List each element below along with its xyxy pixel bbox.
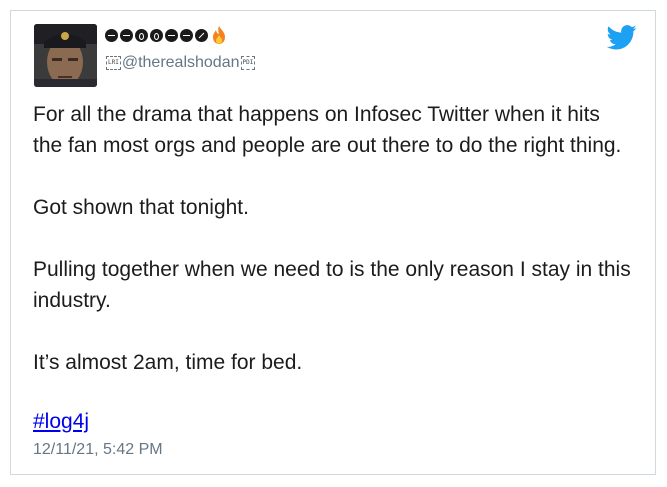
tweet-paragraph: Pulling together when we need to is the …: [33, 258, 631, 312]
control-char-lri: LRI: [106, 56, 121, 70]
fire-emoji-icon: [213, 26, 225, 44]
tweet-paragraph: For all the drama that happens on Infose…: [33, 103, 622, 157]
symbol-glyph-icon: [195, 28, 208, 42]
user-handle[interactable]: @therealshodan: [122, 54, 240, 72]
symbol-glyph-icon: [180, 28, 193, 42]
symbol-glyph-icon: [105, 28, 118, 42]
symbol-glyph-icon: [135, 28, 148, 42]
twitter-bird-icon[interactable]: [607, 25, 637, 50]
symbol-glyph-icon: [165, 28, 178, 42]
tweet-paragraph: Got shown that tonight.: [33, 196, 249, 219]
avatar-image: [34, 24, 97, 87]
tweet-card: LRI @therealshodan PDI For all the drama…: [10, 10, 656, 475]
symbol-glyph-icon: [150, 28, 163, 42]
symbol-glyph-icon: [120, 28, 133, 42]
control-char-pdi: PDI: [240, 56, 256, 70]
avatar[interactable]: [34, 24, 97, 87]
tweet-body: For all the drama that happens on Infose…: [33, 99, 633, 378]
handle-row[interactable]: LRI @therealshodan PDI: [105, 54, 256, 72]
hashtag-link[interactable]: #log4j: [33, 409, 89, 435]
display-name[interactable]: [105, 23, 227, 47]
tweet-timestamp[interactable]: 12/11/21, 5:42 PM: [33, 441, 163, 459]
tweet-paragraph: It’s almost 2am, time for bed.: [33, 351, 303, 374]
